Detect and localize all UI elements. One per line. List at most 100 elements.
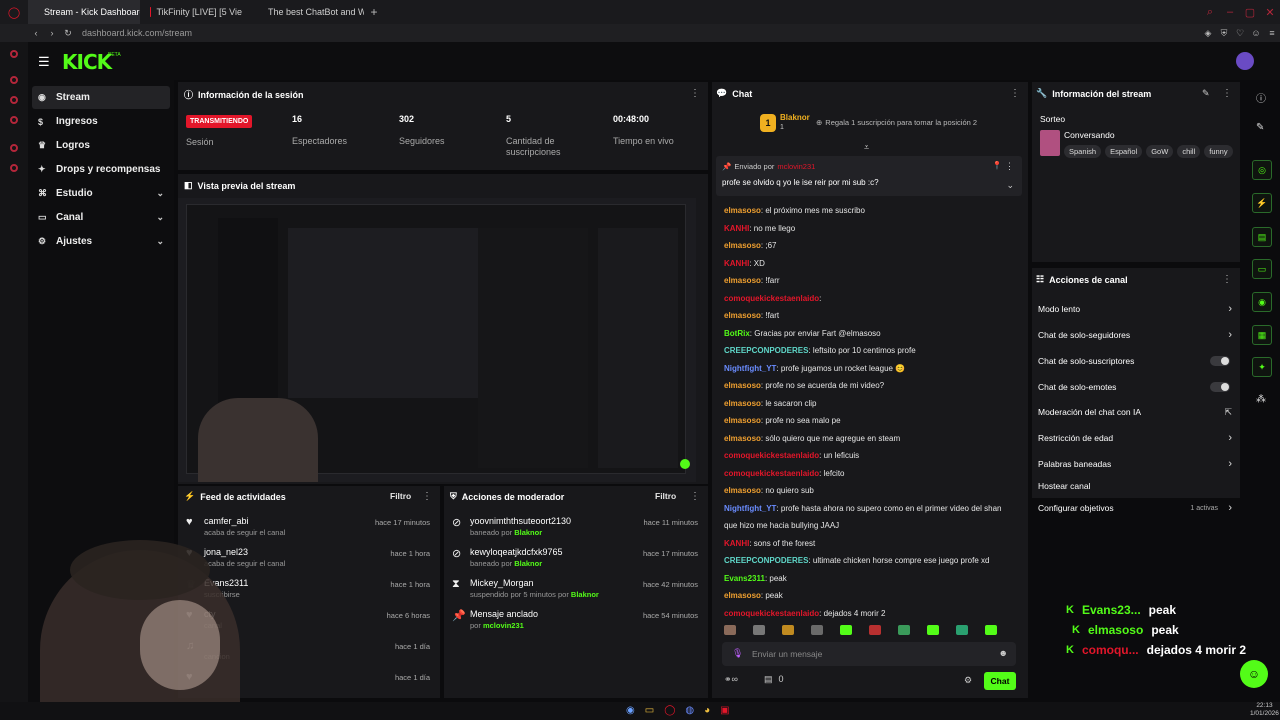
category-name[interactable]: Conversando [1064, 130, 1115, 140]
browser-tab-kick[interactable]: Stream - Kick Dashboard [28, 0, 140, 24]
nav-item-drops[interactable]: ✦ Drops y recompensas [32, 158, 170, 181]
channel-action-moderaci-n-del-chat-con-ia[interactable]: Moderación del chat con IA ⇱ [1038, 401, 1232, 423]
chat-settings-icon[interactable]: ⚙ [964, 675, 972, 686]
list-item[interactable]: ⧗ Mickey_Morgan suspendido por 5 minutos p… [444, 578, 708, 608]
browser-tab-chatbot[interactable]: The best ChatBot and Wid [252, 0, 364, 24]
chat-username[interactable]: elmasoso [724, 591, 761, 600]
chat-input[interactable]: 🎙 Enviar un mensaje ☻ [722, 642, 1016, 666]
emote-icon[interactable] [898, 625, 910, 635]
send-chat-button[interactable]: Chat [984, 672, 1016, 690]
chat-username[interactable]: elmasoso [724, 241, 761, 250]
sidebar-app-icon[interactable] [10, 50, 18, 58]
forward-icon[interactable]: › [44, 28, 60, 38]
layout-icon[interactable]: ▦ [1252, 325, 1272, 345]
emoji-icon[interactable]: ☻ [999, 648, 1008, 658]
chat-username[interactable]: elmasoso [724, 434, 761, 443]
url-field[interactable]: dashboard.kick.com/stream [82, 28, 192, 38]
new-tab-icon[interactable]: + [364, 5, 384, 19]
emote-icon[interactable] [985, 625, 997, 635]
chat-username[interactable]: BotRix [724, 329, 750, 338]
list-item[interactable]: ⊘ yoovnimththsuteoort2130 baneado por Blak… [444, 516, 708, 546]
profile-icon[interactable]: ☺ [1248, 28, 1264, 38]
minimize-icon[interactable]: – [1220, 6, 1240, 18]
unpin-icon[interactable]: 📍 [992, 161, 1002, 170]
list-item[interactable]: 📌 Mensaje anclado por mclovin231 hace 54 mi… [444, 609, 708, 639]
feed-filter-button[interactable]: Filtro [390, 491, 411, 501]
stream-info-menu-icon[interactable]: ⋮ [1222, 88, 1232, 99]
chevron-down-icon[interactable]: ⩡ [864, 142, 869, 153]
channel-action-restricci-n-de-edad[interactable]: Restricción de edad › [1038, 427, 1232, 449]
stream-tag[interactable]: chill [1177, 145, 1201, 158]
chat-username[interactable]: elmasoso [724, 206, 761, 215]
nav-item-logros[interactable]: ♛ Logros [32, 134, 170, 157]
moderator-name[interactable]: Blaknor [514, 559, 542, 568]
browser-tab-tikfinity[interactable]: TikFinity [LIVE] [5 Vie [140, 0, 252, 24]
nav-item-estudio[interactable]: ⌘ Estudio ⌄ [32, 182, 170, 205]
chat-bubble-icon[interactable]: ▭ [1252, 259, 1272, 279]
toggle-switch[interactable] [1210, 356, 1230, 366]
chat-username[interactable]: Nightfight_YT [724, 504, 776, 513]
nav-item-stream[interactable]: ◉ Stream [32, 86, 170, 109]
heart-icon[interactable]: ♡ [1232, 28, 1248, 39]
sidebar-app-icon[interactable] [10, 76, 18, 84]
chat-username[interactable]: comoquekickestaenlaido [724, 609, 819, 618]
scene-icon[interactable]: ◎ [1252, 160, 1272, 180]
sidebar-app-icon[interactable] [10, 116, 18, 124]
chat-username[interactable]: Nightfight_YT [724, 364, 776, 373]
emote-icon[interactable] [724, 625, 736, 635]
chrome-icon[interactable]: ◕ [704, 705, 710, 716]
share-icon[interactable]: ⁂ [1256, 394, 1266, 405]
shield-icon[interactable]: ⛨ [1216, 28, 1232, 39]
chat-username[interactable]: KANHI [724, 539, 749, 548]
mod-target[interactable]: Mensaje anclado [470, 609, 538, 619]
gift-sub-prompt[interactable]: ⊕ Regala 1 suscripción para tomar la pos… [816, 118, 977, 127]
emote-icon[interactable] [753, 625, 765, 635]
floating-kick-button[interactable]: ☺ [1240, 660, 1268, 688]
avatar[interactable] [1236, 52, 1254, 70]
top-gifter-name[interactable]: Blaknor [780, 113, 810, 122]
opera-icon[interactable]: ◯ [0, 6, 28, 19]
chat-username[interactable]: comoquekickestaenlaido [724, 294, 819, 303]
stream-tag[interactable]: GoW [1146, 145, 1174, 158]
lightning-icon[interactable]: ⚡ [1252, 193, 1272, 213]
chat-username[interactable]: CREEPCONPODERES [724, 556, 808, 565]
folder-icon[interactable]: ▭ [645, 705, 654, 716]
emote-icon[interactable] [869, 625, 881, 635]
emote-icon[interactable] [956, 625, 968, 635]
stream-tag[interactable]: Spanish [1064, 145, 1102, 158]
nav-item-ingresos[interactable]: $ Ingresos [32, 110, 170, 133]
nav-item-ajustes[interactable]: ⚙ Ajustes ⌄ [32, 230, 170, 253]
chat-username[interactable]: Evans2311 [724, 574, 765, 583]
chat-username[interactable]: elmasoso [724, 381, 761, 390]
mod-target[interactable]: Mickey_Morgan [470, 578, 534, 588]
wrench-icon[interactable]: ✦ [1252, 357, 1272, 377]
channel-actions-menu-icon[interactable]: ⋮ [1222, 274, 1232, 285]
channel-action-hostear-canal[interactable]: Hostear canal [1038, 475, 1232, 497]
moderator-name[interactable]: Blaknor [571, 590, 599, 599]
edit-icon[interactable]: ✎ [1202, 88, 1210, 99]
mod-filter-button[interactable]: Filtro [655, 491, 676, 501]
channel-action-chat-de-solo-suscriptores[interactable]: Chat de solo-suscriptores [1038, 350, 1232, 372]
extensions-icon[interactable]: ◈ [1200, 28, 1216, 39]
channel-action-chat-de-solo-seguidores[interactable]: Chat de solo-seguidores › [1038, 324, 1232, 346]
chat-username[interactable]: comoquekickestaenlaido [724, 469, 819, 478]
menu-icon[interactable]: ≡ [1264, 28, 1280, 38]
stream-preview-video[interactable] [178, 198, 696, 482]
chat-username[interactable]: CREEPCONPODERES [724, 346, 808, 355]
chat-username[interactable]: comoquekickestaenlaido [724, 451, 819, 460]
pinned-menu-icon[interactable]: ⋮ [1005, 161, 1014, 172]
chat-username[interactable]: KANHI [724, 259, 749, 268]
browser-search-icon[interactable]: ⌕ [1200, 6, 1220, 19]
tikfinity-icon[interactable]: ▣ [720, 705, 729, 716]
feed-user[interactable]: camfer_abi [204, 516, 249, 526]
collapse-icon[interactable]: ⌄ [1006, 180, 1014, 191]
sidebar-app-icon[interactable] [10, 164, 18, 172]
chat-username[interactable]: KANHI [724, 224, 749, 233]
channel-action-configurar-objetivos[interactable]: Configurar objetivos › 1 activas [1038, 497, 1232, 519]
session-menu-icon[interactable]: ⋮ [690, 88, 700, 99]
microphone-icon[interactable]: 🎙 [732, 648, 743, 659]
info-icon[interactable]: ⓘ [1256, 90, 1266, 105]
hamburger-menu-icon[interactable]: ☰ [38, 54, 50, 70]
broadcast-icon[interactable]: ◉ [1252, 292, 1272, 312]
feed-menu-icon[interactable]: ⋮ [422, 491, 432, 502]
